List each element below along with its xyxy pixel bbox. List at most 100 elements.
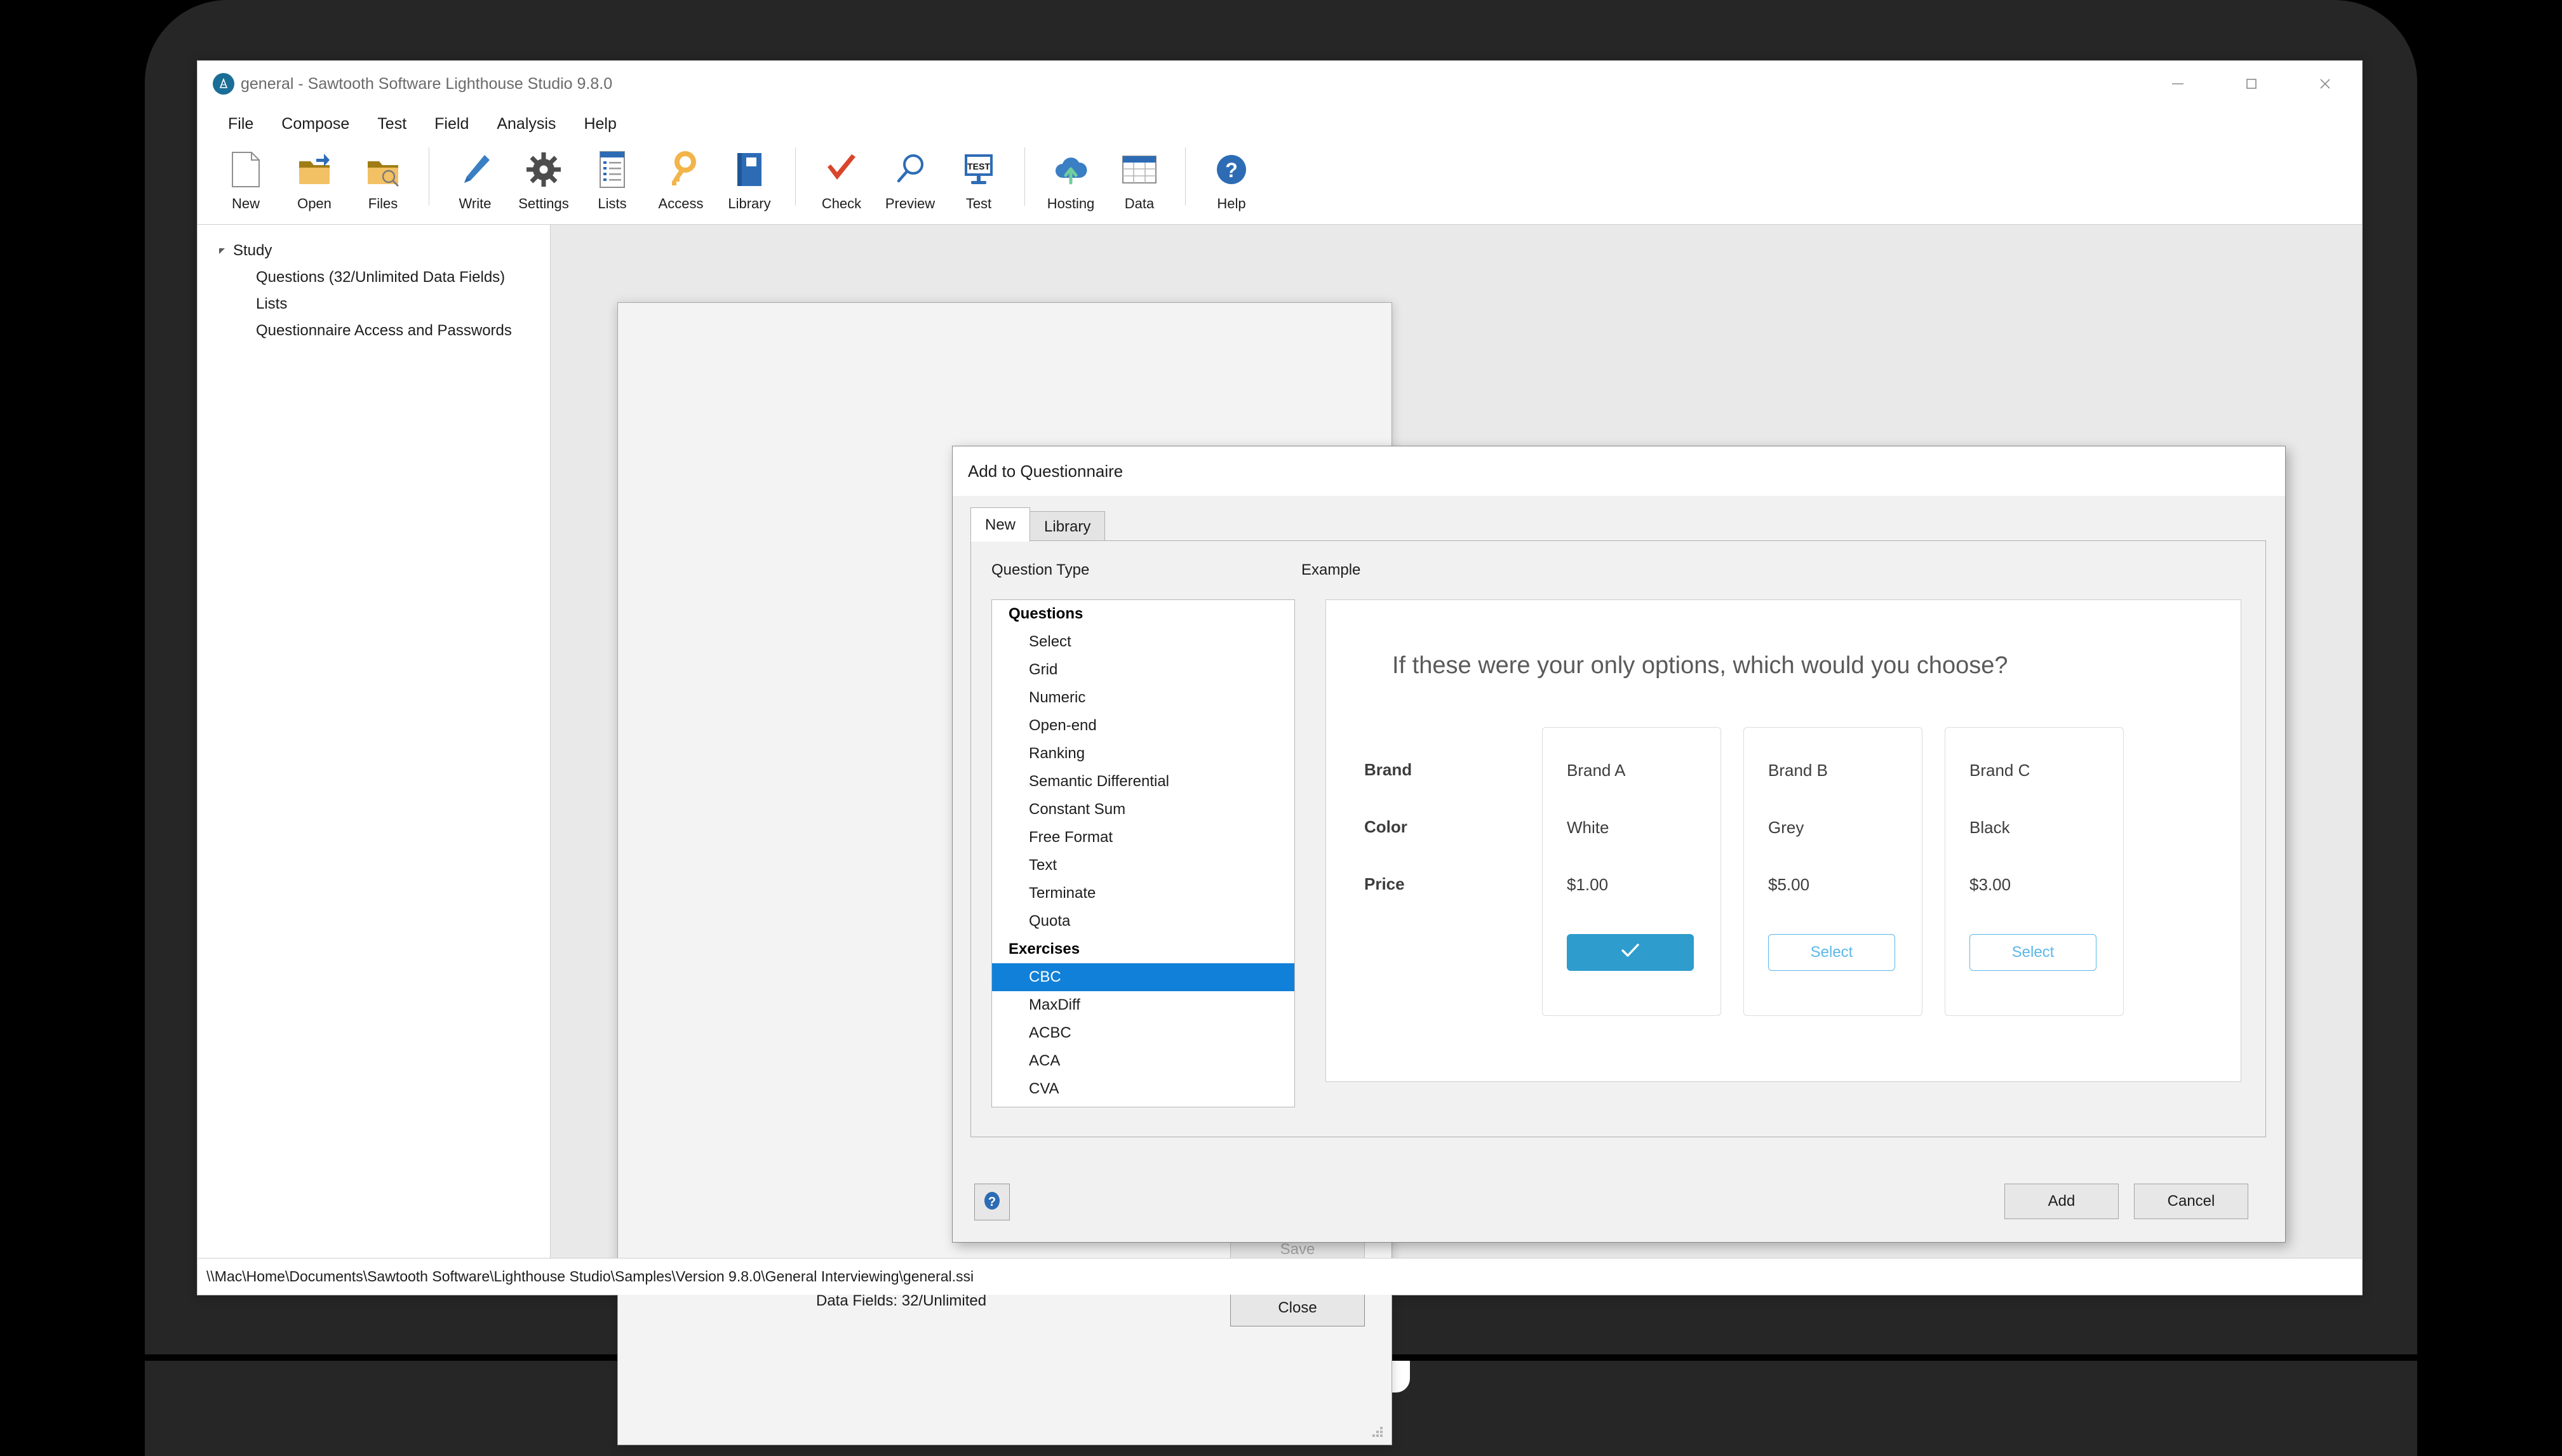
- cbc-concept-value: $5.00: [1768, 875, 1810, 894]
- toolbar-button-preview[interactable]: Preview: [876, 145, 944, 212]
- list-item-constant-sum[interactable]: Constant Sum: [992, 796, 1294, 824]
- cbc-attribute-label: Price: [1364, 874, 1405, 893]
- triangle-expanded-icon[interactable]: [215, 244, 229, 258]
- toolbar-button-lists[interactable]: Lists: [578, 145, 647, 212]
- close-icon[interactable]: [2288, 61, 2362, 107]
- toolbar-button-access[interactable]: Access: [647, 145, 715, 212]
- list-item-select[interactable]: Select: [992, 628, 1294, 656]
- question-type-label: Question Type: [991, 561, 1090, 578]
- tab-new[interactable]: New: [970, 507, 1031, 542]
- toolbar-label: Settings: [518, 196, 569, 211]
- list-item-text[interactable]: Text: [992, 852, 1294, 879]
- list-group-header: Exercises: [1009, 940, 1080, 958]
- question-circle-icon: ?: [981, 1190, 1003, 1215]
- toolbar-button-data[interactable]: Data: [1105, 145, 1174, 212]
- list-item-aca[interactable]: ACA: [992, 1047, 1294, 1075]
- dialog-footer: ? Add Cancel: [953, 1172, 2285, 1242]
- toolbar-button-new[interactable]: New: [211, 145, 280, 212]
- dialog-tab-page: Question Type Example Questions Select G…: [970, 540, 2266, 1137]
- minimize-icon[interactable]: [2141, 61, 2215, 107]
- tree-node-label: Lists: [256, 295, 288, 312]
- list-item-free-format[interactable]: Free Format: [992, 824, 1294, 852]
- cbc-concept-value: $1.00: [1567, 875, 1609, 894]
- toolbar-button-open[interactable]: Open: [280, 145, 349, 212]
- cbc-concept-card[interactable]: Brand B Grey $5.00 Select: [1743, 727, 1922, 1016]
- toolbar-label: Files: [368, 196, 398, 211]
- menu-item-analysis[interactable]: Analysis: [483, 111, 570, 137]
- list-item-cbc[interactable]: CBC: [992, 963, 1294, 991]
- menu-item-help[interactable]: Help: [570, 111, 630, 137]
- cbc-concept-grid: Brand Color Price Brand A White $1.00 Br…: [1364, 727, 2203, 1016]
- cbc-concept-card[interactable]: Brand C Black $3.00 Select: [1945, 727, 2124, 1016]
- checkmark-icon: [824, 145, 859, 194]
- list-item-acbc[interactable]: ACBC: [992, 1019, 1294, 1047]
- cbc-attribute-column: Brand Color Price: [1364, 727, 1542, 1016]
- help-button[interactable]: ?: [974, 1184, 1010, 1220]
- tree-node-questions[interactable]: Questions (32/Unlimited Data Fields): [198, 264, 550, 291]
- toolbar-button-write[interactable]: Write: [441, 145, 509, 212]
- status-file-path: \\Mac\Home\Documents\Sawtooth Software\L…: [206, 1268, 974, 1285]
- pencil-icon: [458, 145, 492, 194]
- toolbar-button-test[interactable]: TEST Test: [944, 145, 1013, 212]
- study-tree-pane: Study Questions (32/Unlimited Data Field…: [198, 225, 551, 1258]
- cbc-concept-value: Brand A: [1567, 761, 1626, 780]
- book-icon: [734, 145, 765, 194]
- cbc-select-button-chosen[interactable]: [1567, 934, 1694, 971]
- cloud-upload-icon: [1052, 145, 1089, 194]
- list-item-grid[interactable]: Grid: [992, 656, 1294, 684]
- tab-library[interactable]: Library: [1029, 511, 1106, 542]
- toolbar-button-files[interactable]: Files: [349, 145, 417, 212]
- list-item-quota[interactable]: Quota: [992, 907, 1294, 935]
- cbc-attribute-label: Brand: [1364, 760, 1412, 779]
- list-item-semantic-differential[interactable]: Semantic Differential: [992, 768, 1294, 796]
- toolbar-button-hosting[interactable]: Hosting: [1036, 145, 1105, 212]
- menu-item-test[interactable]: Test: [363, 111, 420, 137]
- toolbar-label: Check: [821, 196, 862, 211]
- toolbar-label: Preview: [885, 196, 936, 211]
- list-icon: [598, 145, 626, 194]
- resize-grip-icon[interactable]: [1372, 1427, 1385, 1439]
- toolbar-button-check[interactable]: Check: [807, 145, 876, 212]
- tree-node-study[interactable]: Study: [198, 237, 550, 264]
- add-button[interactable]: Add: [2004, 1184, 2119, 1219]
- cbc-attribute-label: Color: [1364, 817, 1407, 836]
- tree-node-lists[interactable]: Lists: [198, 291, 550, 317]
- application-body: Study Questions (32/Unlimited Data Field…: [198, 225, 2362, 1445]
- new-document-icon: [229, 145, 263, 194]
- svg-text:TEST: TEST: [967, 161, 990, 171]
- list-group-header: Questions: [1009, 605, 1083, 622]
- list-item-ranking[interactable]: Ranking: [992, 740, 1294, 768]
- folder-search-icon: [365, 145, 401, 194]
- list-item-open-end[interactable]: Open-end: [992, 712, 1294, 740]
- lighthouse-logo-icon: [213, 73, 234, 95]
- toolbar-button-library[interactable]: Library: [715, 145, 784, 212]
- list-item-cva[interactable]: CVA: [992, 1075, 1294, 1103]
- gear-icon: [526, 145, 561, 194]
- toolbar-button-settings[interactable]: Settings: [509, 145, 578, 212]
- key-icon: [664, 145, 697, 194]
- close-button[interactable]: Close: [1230, 1290, 1365, 1326]
- window-controls: [2141, 61, 2362, 107]
- title-bar: general - Sawtooth Software Lighthouse S…: [198, 61, 2362, 107]
- cbc-select-button[interactable]: Select: [1768, 934, 1895, 971]
- window-title: general - Sawtooth Software Lighthouse S…: [241, 74, 613, 93]
- toolbar-button-help[interactable]: ? Help: [1197, 145, 1266, 212]
- tree-node-label: Questionnaire Access and Passwords: [256, 322, 512, 339]
- question-type-list[interactable]: Questions Select Grid Numeric Open-end R…: [991, 599, 1295, 1107]
- cancel-button[interactable]: Cancel: [2134, 1184, 2248, 1219]
- data-fields-status: Data Fields: 32/Unlimited: [816, 1292, 987, 1309]
- list-item-maxdiff[interactable]: MaxDiff: [992, 991, 1294, 1019]
- cbc-concept-card[interactable]: Brand A White $1.00: [1542, 727, 1721, 1016]
- cbc-select-button[interactable]: Select: [1969, 934, 2096, 971]
- list-item-terminate[interactable]: Terminate: [992, 879, 1294, 907]
- menu-item-file[interactable]: File: [214, 111, 267, 137]
- menu-item-compose[interactable]: Compose: [267, 111, 363, 137]
- list-item-numeric[interactable]: Numeric: [992, 684, 1294, 712]
- maximize-icon[interactable]: [2215, 61, 2288, 107]
- toolbar-label: Access: [658, 196, 704, 211]
- menu-item-field[interactable]: Field: [420, 111, 483, 137]
- toolbar-label: Data: [1124, 196, 1155, 211]
- example-question-text: If these were your only options, which w…: [1392, 652, 2008, 679]
- tree-node-access-passwords[interactable]: Questionnaire Access and Passwords: [198, 317, 550, 344]
- open-folder-icon: [296, 145, 333, 194]
